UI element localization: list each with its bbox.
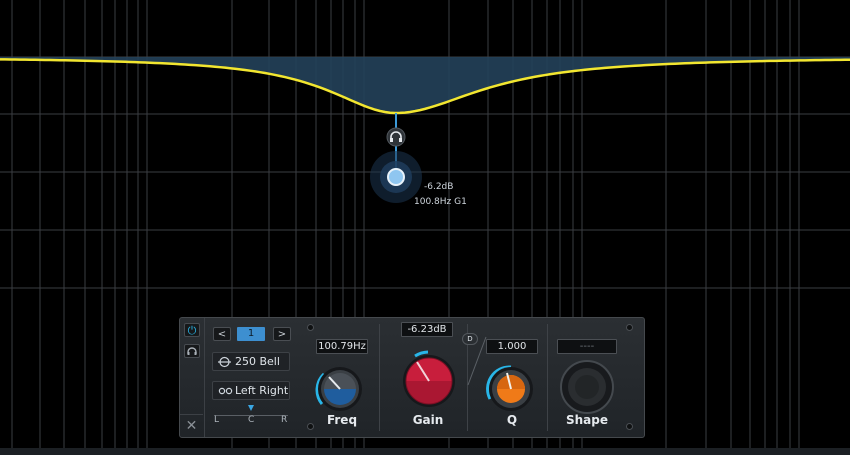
pan-left-label: L (214, 415, 220, 425)
gain-label: Gain (412, 413, 444, 427)
pan-center-label: C (248, 415, 255, 425)
band-handle[interactable] (370, 151, 422, 203)
divider (379, 324, 380, 431)
bell-filter-icon (218, 356, 231, 368)
shape-knob[interactable] (558, 358, 616, 416)
close-band-button[interactable]: ✕ (180, 414, 203, 438)
freq-value-field[interactable]: 100.79Hz (316, 339, 368, 354)
panel-side-column: ⏻ ✕ (180, 318, 205, 437)
panel-screw (626, 324, 633, 331)
q-value-field[interactable]: 1.000 (486, 339, 538, 354)
listen-button[interactable] (184, 344, 200, 358)
band-control-panel: ⏻ ✕ < 1 > 250 Bell Left Right L C R 100.… (179, 317, 645, 438)
freq-knob[interactable] (312, 360, 368, 416)
gain-knob[interactable] (398, 346, 460, 414)
q-label: Q (506, 413, 518, 427)
prev-band-button[interactable]: < (213, 327, 231, 341)
shape-value-field[interactable]: ---- (557, 339, 617, 354)
panel-screw (626, 423, 633, 430)
band-gain-readout: -6.2dB (424, 182, 454, 192)
shape-label: Shape (565, 413, 608, 427)
filter-type-label: 250 Bell (235, 355, 280, 368)
headphones-icon (187, 347, 197, 355)
bottom-bar (0, 448, 850, 455)
next-band-button[interactable]: > (273, 327, 291, 341)
panel-screw (307, 423, 314, 430)
listen-band-icon[interactable] (386, 127, 406, 147)
q-knob[interactable] (483, 360, 539, 416)
stereo-icon (218, 387, 233, 395)
filter-type-select[interactable]: 250 Bell (212, 352, 290, 371)
pan-pointer[interactable] (248, 405, 254, 411)
power-icon: ⏻ (187, 324, 197, 337)
panel-screw (307, 324, 314, 331)
channel-mode-label: Left Right (235, 384, 289, 397)
gain-value-field[interactable]: -6.23dB (401, 322, 453, 337)
band-settings-column: < 1 > 250 Bell Left Right L C R (212, 318, 298, 437)
freq-label: Freq (326, 413, 358, 427)
band-number[interactable]: 1 (237, 327, 265, 341)
pan-right-label: R (281, 415, 288, 425)
channel-mode-select[interactable]: Left Right (212, 381, 290, 400)
divider (547, 324, 548, 431)
power-button[interactable]: ⏻ (184, 323, 200, 337)
band-freq-readout: 100.8Hz G1 (414, 197, 467, 207)
